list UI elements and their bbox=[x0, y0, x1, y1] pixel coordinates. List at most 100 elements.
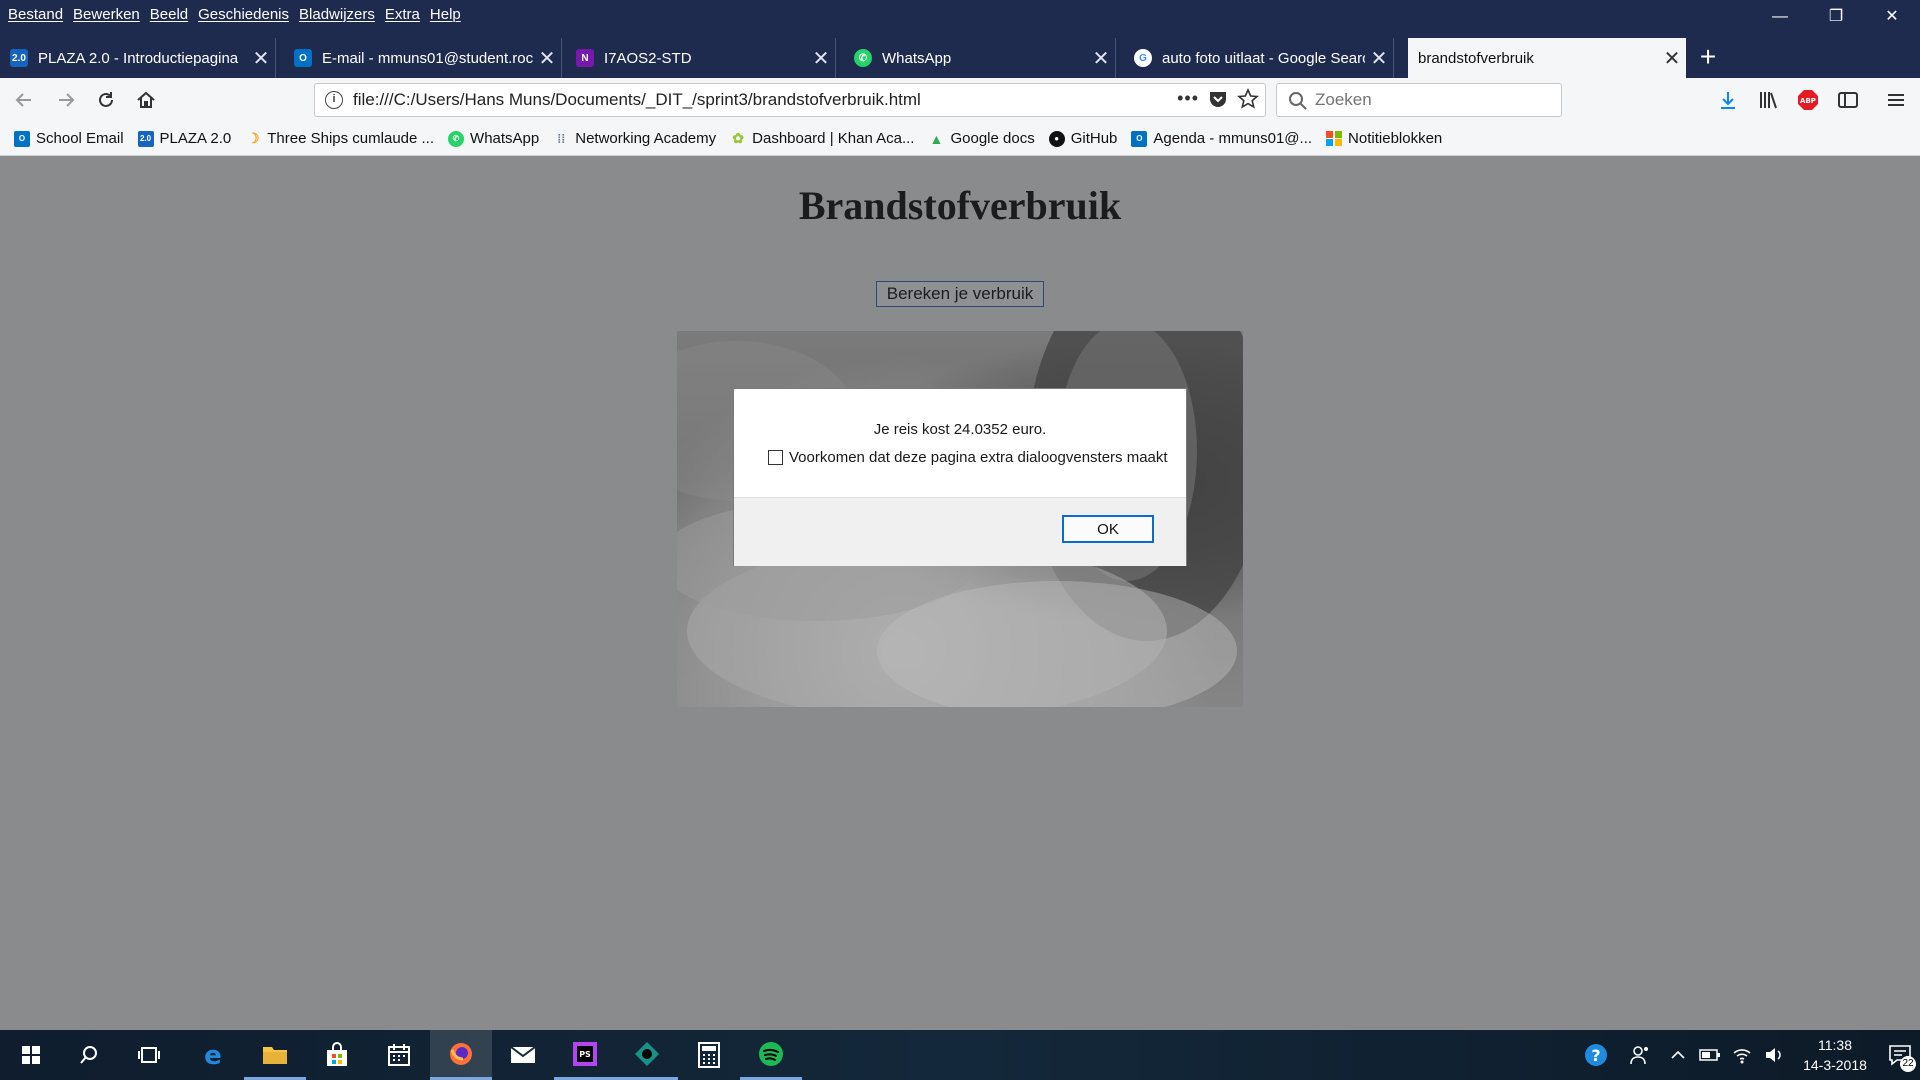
menu-help[interactable]: Help bbox=[428, 6, 469, 23]
google-icon: G bbox=[1134, 49, 1152, 67]
menu-button[interactable] bbox=[1880, 84, 1912, 116]
bookmark-three-ships[interactable]: ☽ Three Ships cumlaude ... bbox=[245, 130, 434, 147]
tab-label: auto foto uitlaat - Google Search bbox=[1162, 49, 1365, 67]
volume-icon[interactable] bbox=[1758, 1046, 1790, 1064]
plaza-icon: 2.0 bbox=[137, 130, 154, 147]
menu-extra[interactable]: Extra bbox=[383, 6, 428, 23]
gitkraken-app[interactable] bbox=[616, 1030, 678, 1080]
battery-icon[interactable] bbox=[1694, 1048, 1726, 1062]
tab-label: PLAZA 2.0 - Introductiepagina bbox=[38, 49, 239, 67]
mail-icon bbox=[510, 1046, 536, 1063]
reload-button[interactable] bbox=[90, 84, 122, 116]
tab-onenote[interactable]: N I7AOS2-STD ✕ bbox=[566, 38, 836, 78]
search-input[interactable] bbox=[1315, 90, 1545, 110]
store-app[interactable] bbox=[306, 1030, 368, 1080]
more-actions-icon[interactable]: ••• bbox=[1177, 88, 1199, 110]
close-tab-icon[interactable]: ✕ bbox=[1658, 46, 1686, 71]
tab-label: brandstofverbruik bbox=[1418, 49, 1534, 67]
onenote-icon: N bbox=[576, 49, 594, 67]
mail-app[interactable] bbox=[492, 1030, 554, 1080]
adblock-button[interactable]: ABP bbox=[1792, 84, 1824, 116]
task-view-button[interactable] bbox=[118, 1030, 180, 1080]
svg-text:PS: PS bbox=[579, 1050, 591, 1059]
notification-count: 22 bbox=[1900, 1056, 1916, 1072]
ok-button[interactable]: OK bbox=[1062, 515, 1154, 543]
bookmark-whatsapp[interactable]: ✆ WhatsApp bbox=[448, 130, 539, 147]
windows-icon bbox=[22, 1046, 40, 1064]
edge-app[interactable]: e bbox=[182, 1030, 244, 1080]
wifi-icon[interactable] bbox=[1726, 1046, 1758, 1064]
downloads-button[interactable] bbox=[1712, 84, 1744, 116]
bookmark-agenda[interactable]: O Agenda - mmuns01@... bbox=[1131, 130, 1312, 147]
action-center-button[interactable]: 22 bbox=[1880, 1030, 1920, 1080]
menu-bewerken[interactable]: Bewerken bbox=[71, 6, 148, 23]
calculator-app[interactable] bbox=[678, 1030, 740, 1080]
calendar-app[interactable] bbox=[368, 1030, 430, 1080]
library-icon bbox=[1760, 92, 1777, 109]
page-title: Brandstofverbruik bbox=[798, 183, 1122, 228]
bookmark-khan-academy[interactable]: ✿ Dashboard | Khan Aca... bbox=[730, 130, 914, 147]
bookmark-notitieblokken[interactable]: Notitieblokken bbox=[1326, 130, 1442, 147]
star-icon[interactable] bbox=[1237, 88, 1259, 110]
tab-whatsapp[interactable]: ✆ WhatsApp ✕ bbox=[844, 38, 1116, 78]
gitkraken-icon bbox=[635, 1041, 659, 1066]
drive-icon: ▲ bbox=[929, 130, 944, 147]
tab-plaza[interactable]: 2.0 PLAZA 2.0 - Introductiepagina ✕ bbox=[0, 38, 276, 78]
phpstorm-app[interactable]: PS bbox=[554, 1030, 616, 1080]
svg-text:?: ? bbox=[1591, 1046, 1600, 1065]
bookmark-networking-academy[interactable]: ⁞⁞ Networking Academy bbox=[553, 130, 716, 147]
search-taskbar-button[interactable] bbox=[58, 1030, 120, 1080]
calculate-button[interactable]: Bereken je verbruik bbox=[876, 281, 1044, 307]
menu-bar: Bestand Bewerken Beeld Geschiedenis Blad… bbox=[0, 0, 1920, 28]
home-button[interactable] bbox=[130, 84, 162, 116]
outlook-icon: O bbox=[14, 130, 30, 147]
bookmark-plaza[interactable]: 2.0 PLAZA 2.0 bbox=[137, 130, 231, 147]
close-tab-icon[interactable]: ✕ bbox=[533, 46, 561, 71]
menu-bladwijzers[interactable]: Bladwijzers bbox=[297, 6, 383, 23]
pocket-icon[interactable] bbox=[1207, 88, 1229, 110]
menu-beeld[interactable]: Beeld bbox=[148, 6, 196, 23]
system-tray: ? 11:38 14-3-2018 22 bbox=[1574, 1030, 1920, 1080]
spotify-app[interactable] bbox=[740, 1030, 802, 1080]
clock[interactable]: 11:38 14-3-2018 bbox=[1790, 1035, 1880, 1075]
page-content: Brandstofverbruik Bereken je verbruik bbox=[0, 156, 1920, 1030]
url-bar[interactable]: i file:///C:/Users/Hans Muns/Documents/_… bbox=[314, 83, 1266, 117]
url-text[interactable]: file:///C:/Users/Hans Muns/Documents/_DI… bbox=[353, 90, 921, 110]
forward-button[interactable] bbox=[50, 84, 82, 116]
help-icon[interactable]: ? bbox=[1574, 1042, 1618, 1068]
task-view-icon bbox=[138, 1047, 160, 1063]
tab-brandstofverbruik[interactable]: brandstofverbruik ✕ bbox=[1408, 38, 1686, 78]
khan-icon: ✿ bbox=[732, 130, 744, 146]
sidebar-button[interactable] bbox=[1832, 84, 1864, 116]
file-explorer-app[interactable] bbox=[244, 1030, 306, 1080]
chevron-up-icon[interactable] bbox=[1662, 1047, 1694, 1063]
suppress-dialogs-option[interactable]: Voorkomen dat deze pagina extra dialoogv… bbox=[768, 449, 1168, 466]
close-tab-icon[interactable]: ✕ bbox=[1087, 46, 1115, 71]
new-tab-button[interactable]: + bbox=[1694, 40, 1722, 74]
people-icon[interactable] bbox=[1618, 1044, 1662, 1066]
close-tab-icon[interactable]: ✕ bbox=[807, 46, 835, 71]
clock-time: 11:38 bbox=[1818, 1037, 1852, 1053]
menu-geschiedenis[interactable]: Geschiedenis bbox=[196, 6, 297, 23]
start-button[interactable] bbox=[0, 1030, 62, 1080]
firefox-app[interactable] bbox=[430, 1030, 492, 1080]
close-tab-icon[interactable]: ✕ bbox=[247, 46, 275, 71]
tab-google-search[interactable]: G auto foto uitlaat - Google Search ✕ bbox=[1124, 38, 1394, 78]
tab-email[interactable]: O E-mail - mmuns01@student.roc ✕ bbox=[284, 38, 562, 78]
back-button[interactable] bbox=[8, 84, 40, 116]
phpstorm-icon: PS bbox=[573, 1041, 597, 1066]
microsoft-icon bbox=[1326, 130, 1342, 147]
bookmark-google-docs[interactable]: ▲ Google docs bbox=[928, 130, 1035, 147]
bookmark-github[interactable]: ● GitHub bbox=[1048, 130, 1117, 147]
library-button[interactable] bbox=[1752, 84, 1784, 116]
suppress-dialogs-checkbox[interactable] bbox=[768, 450, 783, 465]
search-icon bbox=[1289, 92, 1307, 110]
bookmark-school-email[interactable]: O School Email bbox=[14, 130, 124, 147]
tab-label: E-mail - mmuns01@student.roc bbox=[322, 49, 533, 67]
info-icon[interactable]: i bbox=[325, 91, 343, 109]
dialog-footer: OK bbox=[734, 497, 1186, 566]
menu-bestand[interactable]: Bestand bbox=[6, 6, 71, 23]
close-tab-icon[interactable]: ✕ bbox=[1365, 46, 1393, 71]
store-icon bbox=[327, 1042, 347, 1066]
search-box[interactable] bbox=[1276, 83, 1562, 117]
